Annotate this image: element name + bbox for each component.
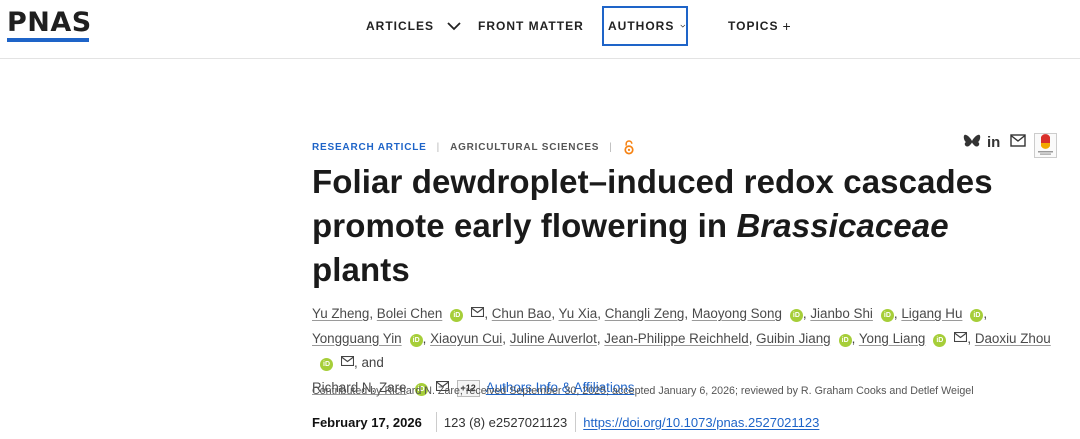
chevron-down-icon xyxy=(680,24,686,28)
author-link[interactable]: Yongguang Yin xyxy=(312,331,402,346)
orcid-icon[interactable]: iD xyxy=(970,309,984,322)
author-link[interactable]: Jean-Philippe Reichheld xyxy=(604,331,748,346)
mail-icon[interactable] xyxy=(471,307,485,317)
share-linkedin[interactable]: in xyxy=(987,134,1000,151)
title-line: plants xyxy=(312,251,410,288)
orcid-icon[interactable]: iD xyxy=(409,333,423,347)
linkedin-icon: in xyxy=(987,134,1001,151)
article-title: Foliar dewdroplet–induced redox cascades… xyxy=(312,160,1052,292)
article-type[interactable]: RESEARCH ARTICLE xyxy=(312,142,427,153)
author-link[interactable]: Changli Zeng xyxy=(605,306,685,321)
plus-icon: + xyxy=(782,18,792,34)
publication-date: February 17, 2026 xyxy=(312,414,422,430)
nav-topics[interactable]: TOPICS + xyxy=(728,8,792,44)
author-link[interactable]: Jianbo Shi xyxy=(810,306,873,321)
nav-front-matter-label: FRONT MATTER xyxy=(478,19,584,33)
crossmark-icon xyxy=(1038,134,1053,155)
orcid-icon[interactable]: iD xyxy=(933,333,947,347)
orcid-icon[interactable]: iD xyxy=(838,333,852,347)
divider: | xyxy=(609,141,613,153)
contribution-info: Contributed by Richard N. Zare; received… xyxy=(312,385,974,397)
open-access-icon xyxy=(624,139,634,154)
nav-authors[interactable]: AUTHORS xyxy=(602,6,688,46)
author-link[interactable]: Bolei Chen xyxy=(377,306,443,321)
orcid-icon[interactable]: iD xyxy=(320,358,333,371)
author-link[interactable]: Xiaoyun Cui xyxy=(430,331,502,346)
doi-link[interactable]: https://doi.org/10.1073/pnas.2527021123 xyxy=(583,415,819,430)
citation: 123 (8) e2527021123 xyxy=(443,414,568,430)
article-subject[interactable]: AGRICULTURAL SCIENCES xyxy=(450,142,599,153)
crossmark-badge[interactable] xyxy=(1034,133,1057,158)
mail-icon[interactable] xyxy=(954,331,968,342)
pnas-logo[interactable]: PNAS xyxy=(7,8,92,38)
orcid-icon[interactable]: iD xyxy=(880,309,894,322)
bluesky-icon xyxy=(963,134,981,147)
author-link[interactable]: Guibin Jiang xyxy=(756,331,830,346)
mail-icon xyxy=(1010,134,1026,147)
title-line: Foliar dewdroplet–induced redox cascades xyxy=(312,163,993,200)
article-meta: RESEARCH ARTICLE | AGRICULTURAL SCIENCES… xyxy=(312,138,635,156)
author-link[interactable]: Maoyong Song xyxy=(692,306,782,321)
nav-topics-label: TOPICS xyxy=(728,19,779,33)
title-text: promote early flowering in xyxy=(312,207,737,244)
share-bluesky[interactable] xyxy=(963,134,981,150)
author-link[interactable]: Yu Xia xyxy=(559,306,598,321)
author-link[interactable]: Daoxiu Zhou xyxy=(975,331,1051,346)
chevron-down-icon xyxy=(447,22,461,31)
orcid-icon[interactable]: iD xyxy=(789,309,803,322)
title-genus: Brassicaceae xyxy=(736,207,949,244)
divider xyxy=(435,412,437,432)
nav-authors-label: AUTHORS xyxy=(608,19,675,33)
logo-underline xyxy=(7,38,89,42)
divider: | xyxy=(436,141,441,153)
author-link[interactable]: Yong Liang xyxy=(859,331,926,346)
share-email[interactable] xyxy=(1010,134,1026,147)
orcid-icon[interactable]: iD xyxy=(450,309,464,322)
publication-info: February 17, 2026 123 (8) e2527021123 ht… xyxy=(312,412,819,432)
author-link[interactable]: Ligang Hu xyxy=(901,306,962,321)
author-link[interactable]: Chun Bao xyxy=(492,306,552,321)
site-header: PNAS ARTICLES FRONT MATTER AUTHORS TOPIC… xyxy=(0,0,1080,59)
divider xyxy=(575,412,577,432)
mail-icon[interactable] xyxy=(341,356,354,366)
title-line: promote early flowering in Brassicaceae xyxy=(312,204,1052,248)
author-link[interactable]: Yu Zheng xyxy=(312,306,369,321)
nav-articles[interactable]: ARTICLES xyxy=(366,8,462,44)
nav-articles-label: ARTICLES xyxy=(366,19,434,33)
author-link[interactable]: Juline Auverlot xyxy=(510,331,597,346)
and-word: and xyxy=(361,355,384,370)
nav-front-matter[interactable]: FRONT MATTER xyxy=(478,8,584,44)
